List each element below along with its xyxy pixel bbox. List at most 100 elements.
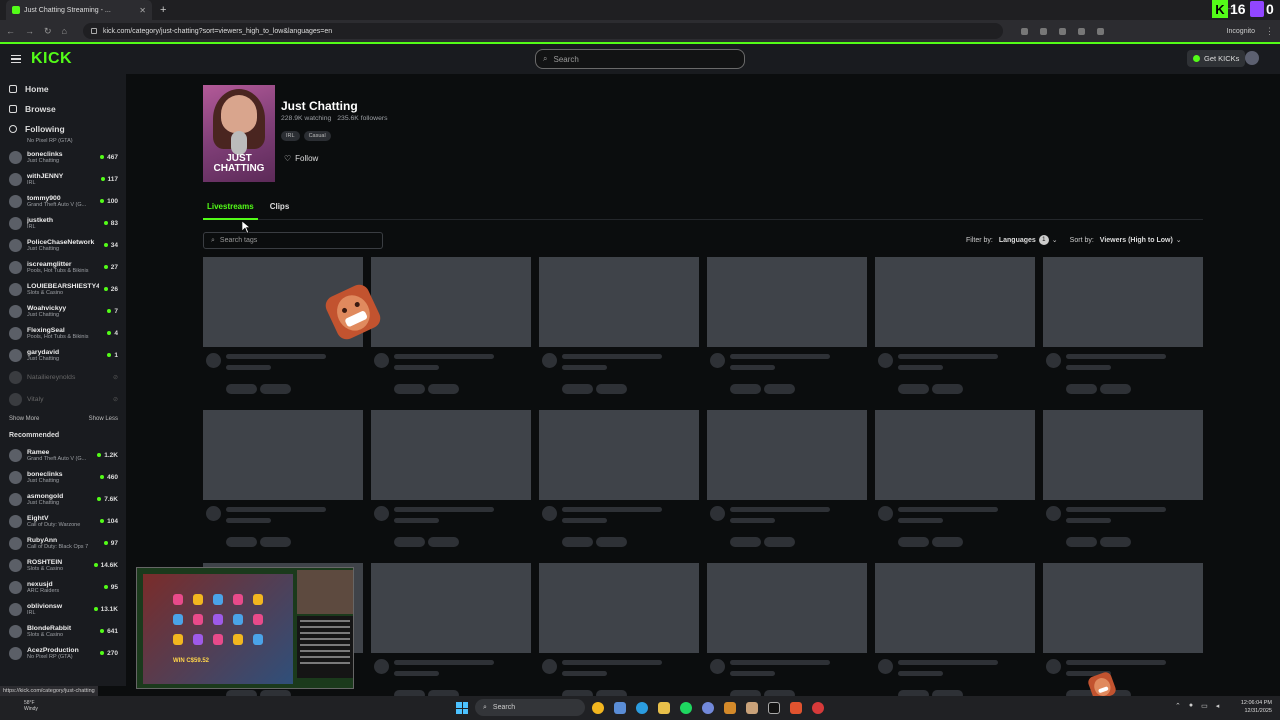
user-avatar[interactable] bbox=[1245, 51, 1259, 65]
sidebar-channel-oblivionsw[interactable]: oblivionsw IRL 13.1K bbox=[0, 598, 126, 620]
puzzle-icon[interactable] bbox=[1096, 27, 1104, 35]
skeleton-p1 bbox=[730, 537, 761, 547]
follow-button[interactable]: ♡ Follow bbox=[284, 154, 318, 163]
channel-text: EightV Call of Duty: Warzone bbox=[27, 515, 95, 528]
extension-icon[interactable] bbox=[1077, 27, 1085, 35]
skeleton-circle bbox=[206, 506, 221, 521]
sidebar-channel-acezproduction[interactable]: AcezProduction No Pixel RP (GTA) 270 bbox=[0, 642, 126, 664]
sidebar-channel-garydavid[interactable]: garydavid Just Chatting 1 bbox=[0, 344, 126, 366]
show-more-button[interactable]: Show More bbox=[9, 416, 39, 422]
site-info-icon[interactable] bbox=[90, 28, 97, 34]
eye-off-icon[interactable] bbox=[1020, 27, 1028, 35]
taskbar-clock[interactable]: 12:06:04 PM 12/31/2025 bbox=[1236, 699, 1272, 715]
kick-logo[interactable]: KICK bbox=[31, 50, 72, 68]
stream-card-skeleton[interactable] bbox=[707, 410, 867, 550]
sidebar-channel-natailiereynolds[interactable]: Natailiereynolds ⊘ bbox=[0, 366, 126, 388]
discord-icon[interactable] bbox=[702, 702, 714, 714]
browser-tab[interactable]: Just Chatting Streaming - ... ✕ bbox=[6, 0, 152, 20]
show-less-button[interactable]: Show Less bbox=[89, 416, 118, 422]
stream-card-skeleton[interactable] bbox=[371, 410, 531, 550]
sidebar-channel-louiebearshiesty4[interactable]: LOUIEBEARSHIESTY4 Slots & Casino 26 bbox=[0, 278, 126, 300]
edge-icon[interactable] bbox=[636, 702, 648, 714]
sidebar-nav-browse[interactable]: Browse bbox=[0, 99, 126, 119]
app-icon[interactable] bbox=[746, 702, 758, 714]
tag-irl[interactable]: IRL bbox=[281, 131, 300, 141]
sidebar-channel-nexusjd[interactable]: nexusjd ARC Raiders 95 bbox=[0, 576, 126, 598]
sidebar-channel-vitaly[interactable]: Vitaly ⊘ bbox=[0, 388, 126, 410]
hamburger-menu-icon[interactable] bbox=[11, 54, 21, 64]
close-tab-icon[interactable]: ✕ bbox=[139, 6, 146, 15]
skeleton-circle bbox=[710, 659, 725, 674]
chrome-icon[interactable] bbox=[592, 702, 604, 714]
stream-card-skeleton[interactable] bbox=[371, 257, 531, 397]
mic-icon[interactable]: ● bbox=[1189, 702, 1193, 710]
spotify-icon[interactable] bbox=[680, 702, 692, 714]
taskbar-search[interactable]: ⌕ Search bbox=[475, 699, 585, 716]
stream-card-skeleton[interactable] bbox=[1043, 563, 1203, 703]
extension-icon[interactable] bbox=[1058, 27, 1066, 35]
skeleton-l1 bbox=[898, 660, 998, 665]
channel-name: justketh bbox=[27, 216, 54, 224]
forward-icon[interactable]: → bbox=[25, 26, 34, 36]
sidebar-channel-woahvickyy[interactable]: Woahvickyy Just Chatting 7 bbox=[0, 300, 126, 322]
get-kicks-button[interactable]: Get KICKs bbox=[1187, 50, 1246, 67]
stream-card-skeleton[interactable] bbox=[203, 410, 363, 550]
weather-widget[interactable]: 58°F Windy bbox=[24, 700, 38, 712]
stream-card-skeleton[interactable] bbox=[875, 563, 1035, 703]
sidebar-nav-home[interactable]: Home bbox=[0, 79, 126, 99]
skeleton-l2 bbox=[226, 518, 271, 523]
sidebar-channel-ramee[interactable]: Ramee Grand Theft Auto V (G... 1.2K bbox=[0, 444, 126, 466]
incognito-label[interactable]: Incognito bbox=[1227, 28, 1255, 35]
terminal-icon[interactable] bbox=[768, 702, 780, 714]
gem-icon bbox=[193, 614, 203, 625]
sidebar-nav-following[interactable]: Following bbox=[0, 119, 126, 139]
sidebar-channel-rubyann[interactable]: RubyAnn Call of Duty: Black Ops 7 97 bbox=[0, 532, 126, 554]
tab-livestreams[interactable]: Livestreams bbox=[203, 202, 258, 220]
stream-card-skeleton[interactable] bbox=[707, 563, 867, 703]
back-icon[interactable]: ← bbox=[6, 26, 15, 36]
stream-card-skeleton[interactable] bbox=[1043, 410, 1203, 550]
sidebar-channel-blonderabbit[interactable]: BlondeRabbit Slots & Casino 641 bbox=[0, 620, 126, 642]
languages-dropdown[interactable]: Languages 1 ⌄ bbox=[999, 235, 1058, 245]
file-icon[interactable] bbox=[614, 702, 626, 714]
reload-icon[interactable]: ↻ bbox=[44, 26, 52, 37]
stream-card-skeleton[interactable] bbox=[539, 257, 699, 397]
sort-dropdown[interactable]: Viewers (High to Low) ⌄ bbox=[1100, 236, 1182, 245]
network-icon[interactable]: ▭ bbox=[1201, 702, 1208, 710]
home-browser-icon[interactable]: ⌂ bbox=[62, 26, 67, 36]
new-tab-icon[interactable]: + bbox=[160, 4, 166, 16]
brave-icon[interactable] bbox=[790, 702, 802, 714]
windows-start-icon[interactable] bbox=[456, 702, 468, 714]
stream-card-skeleton[interactable] bbox=[539, 410, 699, 550]
sidebar-channel-iscreamglitter[interactable]: iscreamglitter Pools, Hot Tubs & Bikinis 2… bbox=[0, 256, 126, 278]
folder-icon[interactable] bbox=[658, 702, 670, 714]
menu-dots-icon[interactable]: ⋮ bbox=[1265, 26, 1274, 37]
sidebar-channel-roshtein[interactable]: ROSHTEIN Slots & Casino 14.6K bbox=[0, 554, 126, 576]
stream-card-skeleton[interactable] bbox=[875, 410, 1035, 550]
sidebar-channel-tommy900[interactable]: tommy900 Grand Theft Auto V (G... 100 bbox=[0, 190, 126, 212]
sidebar-channel-eightv[interactable]: EightV Call of Duty: Warzone 104 bbox=[0, 510, 126, 532]
sidebar-channel-boneclinks[interactable]: boneclinks Just Chatting 460 bbox=[0, 466, 126, 488]
chevron-up-icon[interactable]: ⌃ bbox=[1175, 702, 1181, 710]
stream-card-skeleton[interactable] bbox=[707, 257, 867, 397]
sidebar-channel-boneclinks[interactable]: boneclinks Just Chatting 467 bbox=[0, 146, 126, 168]
app-icon[interactable] bbox=[724, 702, 736, 714]
stream-card-skeleton[interactable] bbox=[371, 563, 531, 703]
app-icon[interactable] bbox=[812, 702, 824, 714]
tag-search-input[interactable]: ⌕ Search tags bbox=[203, 232, 383, 249]
tab-clips[interactable]: Clips bbox=[266, 202, 294, 220]
sidebar-channel-flexingseal[interactable]: FlexingSeal Pools, Hot Tubs & Bikinis 4 bbox=[0, 322, 126, 344]
tag-casual[interactable]: Casual bbox=[303, 131, 331, 141]
sidebar-channel-policechasenetwork[interactable]: PoliceChaseNetwork Just Chatting 34 bbox=[0, 234, 126, 256]
star-icon[interactable] bbox=[1039, 27, 1047, 35]
mini-player[interactable]: WIN C$59.52 bbox=[136, 567, 354, 689]
sidebar-channel-justketh[interactable]: justketh IRL 83 bbox=[0, 212, 126, 234]
sidebar-channel-withjenny[interactable]: withJENNY IRL 117 bbox=[0, 168, 126, 190]
stream-card-skeleton[interactable] bbox=[539, 563, 699, 703]
site-search-input[interactable]: ⌕ Search bbox=[535, 49, 745, 69]
stream-card-skeleton[interactable] bbox=[1043, 257, 1203, 397]
volume-icon[interactable]: ◂ bbox=[1216, 702, 1220, 710]
url-field[interactable]: kick.com/category/just-chatting?sort=vie… bbox=[82, 23, 1003, 39]
stream-card-skeleton[interactable] bbox=[875, 257, 1035, 397]
sidebar-channel-asmongold[interactable]: asmongold Just Chatting 7.6K bbox=[0, 488, 126, 510]
